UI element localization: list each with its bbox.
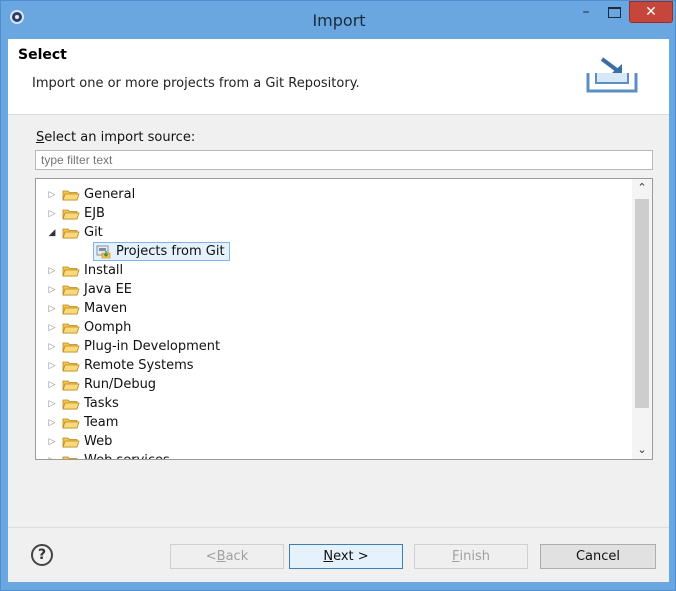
footer-divider: [8, 527, 669, 528]
folder-icon: [58, 436, 84, 448]
folder-icon: [58, 417, 84, 429]
tree-item-label: Git: [84, 225, 103, 240]
next-button[interactable]: Next >: [289, 544, 403, 569]
tree-item-maven[interactable]: ▷ Maven: [46, 299, 128, 318]
collapsed-arrow-icon[interactable]: ▷: [46, 304, 58, 314]
collapsed-arrow-icon[interactable]: ▷: [46, 437, 58, 447]
tree-item-label: Plug-in Development: [84, 339, 221, 354]
tree-item-label: Maven: [84, 301, 128, 316]
maximize-icon: [607, 6, 621, 18]
tree-item-label: Install: [84, 263, 124, 278]
folder-icon: [58, 379, 84, 391]
tree-item-java-ee[interactable]: ▷ Java EE: [46, 280, 133, 299]
folder-icon: [58, 227, 84, 239]
tree-item-oomph[interactable]: ▷ Oomph: [46, 318, 132, 337]
collapsed-arrow-icon[interactable]: ▷: [46, 380, 58, 390]
folder-icon: [58, 303, 84, 315]
filter-input[interactable]: [35, 150, 653, 170]
folder-icon: [58, 208, 84, 220]
tree-item-label: Projects from Git: [116, 244, 225, 259]
tree-item-ejb[interactable]: ▷ EJB: [46, 204, 105, 223]
tree-item-label: Web: [84, 434, 113, 449]
collapsed-arrow-icon[interactable]: ▷: [46, 456, 58, 460]
close-icon: ✕: [645, 4, 657, 20]
tree-item-plug-in-development[interactable]: ▷ Plug-in Development: [46, 337, 221, 356]
finish-button[interactable]: Finish: [414, 544, 528, 569]
tree-items: ▷ General ▷ EJB ◢ Git Projects from Git ▷ Instal…: [36, 179, 632, 459]
folder-icon: [58, 189, 84, 201]
tree-item-label: Team: [84, 415, 119, 430]
tree-item-label: Tasks: [84, 396, 119, 411]
scroll-down-icon[interactable]: ⌄: [632, 441, 652, 459]
tree-item-remote-systems[interactable]: ▷ Remote Systems: [46, 356, 194, 375]
import-wizard-icon: [586, 57, 638, 93]
cancel-button[interactable]: Cancel: [540, 544, 656, 569]
tree-item-label: EJB: [84, 206, 105, 221]
git-import-icon: [94, 245, 116, 259]
vertical-scrollbar[interactable]: ⌃ ⌄: [632, 179, 652, 459]
tree-item-label: Oomph: [84, 320, 132, 335]
minimize-button[interactable]: –: [573, 1, 599, 23]
tree-item-label: General: [84, 187, 136, 202]
tree-item-run-debug[interactable]: ▷ Run/Debug: [46, 375, 157, 394]
tree-item-git[interactable]: ◢ Git: [46, 223, 103, 242]
folder-icon: [58, 398, 84, 410]
collapsed-arrow-icon[interactable]: ▷: [46, 209, 58, 219]
tree-item-tasks[interactable]: ▷ Tasks: [46, 394, 119, 413]
dialog-body: Select Import one or more projects from …: [8, 39, 669, 582]
tree-item-label: Remote Systems: [84, 358, 194, 373]
scroll-thumb[interactable]: [635, 199, 649, 408]
scroll-up-icon[interactable]: ⌃: [632, 179, 652, 197]
tree-item-projects-from-git[interactable]: Projects from Git: [93, 242, 230, 261]
collapsed-arrow-icon[interactable]: ▷: [46, 342, 58, 352]
import-source-label: Select an import source:: [36, 130, 196, 145]
wizard-header: Select Import one or more projects from …: [8, 39, 669, 115]
maximize-button[interactable]: [600, 1, 628, 23]
collapsed-arrow-icon[interactable]: ▷: [46, 266, 58, 276]
import-source-tree[interactable]: ▷ General ▷ EJB ◢ Git Projects from Git ▷ Instal…: [35, 178, 653, 460]
tree-item-general[interactable]: ▷ General: [46, 185, 136, 204]
collapsed-arrow-icon[interactable]: ▷: [46, 361, 58, 371]
collapsed-arrow-icon[interactable]: ▷: [46, 418, 58, 428]
import-dialog: Import – ✕ Select Import one or more pro…: [0, 0, 676, 591]
folder-icon: [58, 265, 84, 277]
folder-icon: [58, 322, 84, 334]
help-icon[interactable]: ?: [31, 544, 53, 566]
tree-item-label: Web services: [84, 453, 170, 459]
tree-item-team[interactable]: ▷ Team: [46, 413, 119, 432]
folder-icon: [58, 341, 84, 353]
tree-item-label: Java EE: [84, 282, 133, 297]
collapsed-arrow-icon[interactable]: ▷: [46, 190, 58, 200]
collapsed-arrow-icon[interactable]: ▷: [46, 285, 58, 295]
collapsed-arrow-icon[interactable]: ▷: [46, 399, 58, 409]
tree-item-web-services[interactable]: ▷ Web services: [46, 451, 170, 459]
folder-icon: [58, 360, 84, 372]
expanded-arrow-icon[interactable]: ◢: [46, 228, 58, 238]
title-bar[interactable]: Import – ✕: [1, 1, 675, 39]
close-button[interactable]: ✕: [629, 1, 673, 23]
collapsed-arrow-icon[interactable]: ▷: [46, 323, 58, 333]
minimize-icon: –: [582, 4, 590, 20]
page-description: Import one or more projects from a Git R…: [32, 76, 360, 91]
tree-item-web[interactable]: ▷ Web: [46, 432, 113, 451]
page-title: Select: [18, 47, 67, 63]
tree-item-label: Run/Debug: [84, 377, 157, 392]
folder-icon: [58, 455, 84, 459]
tree-item-install[interactable]: ▷ Install: [46, 261, 124, 280]
folder-icon: [58, 284, 84, 296]
back-button[interactable]: < Back: [170, 544, 284, 569]
